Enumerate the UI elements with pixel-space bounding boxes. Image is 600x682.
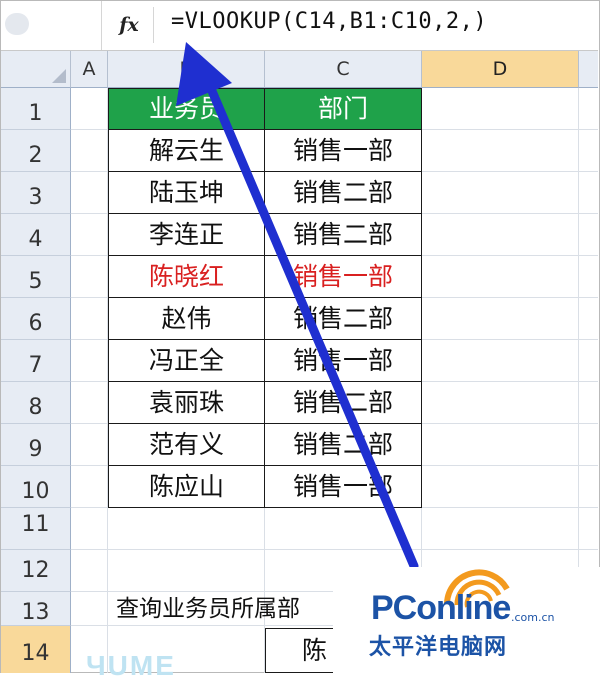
logo-tagline: 太平洋电脑网: [369, 635, 508, 660]
logo-brand: PConline: [371, 589, 511, 627]
arrow-head-icon: [176, 42, 232, 106]
pconline-logo: PConline .com.cn 太平洋电脑网: [333, 567, 600, 673]
arrow-shaft: [204, 79, 419, 571]
logo-domain: .com.cn: [511, 611, 555, 624]
